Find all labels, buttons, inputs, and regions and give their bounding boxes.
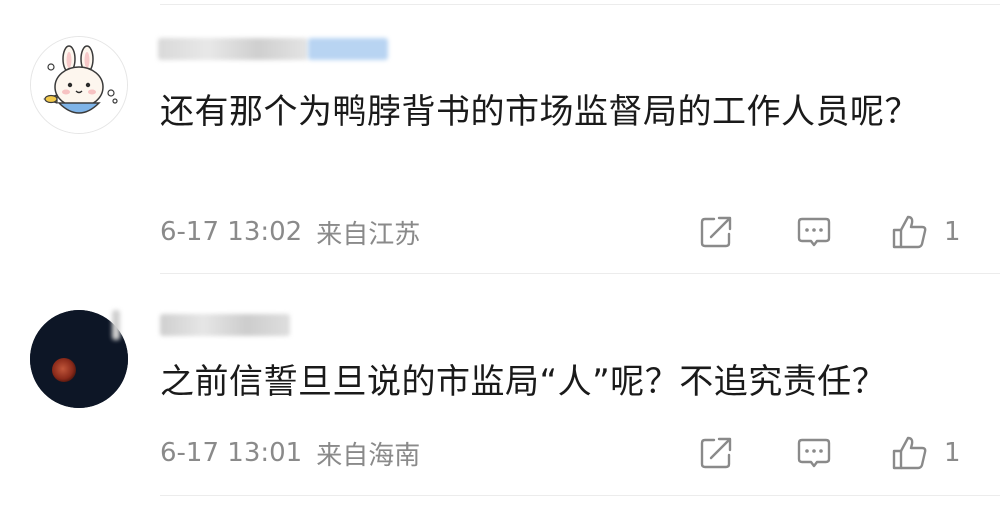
comment-actions: 1 (696, 433, 970, 473)
comment-actions: 1 (696, 212, 970, 252)
comment-location: 来自江苏 (316, 219, 421, 250)
share-icon (700, 437, 732, 469)
comment-button[interactable] (794, 433, 834, 473)
comment-text: 之前信誓旦旦说的市监局“人”呢？不追究责任？ (160, 362, 887, 402)
username-blurred[interactable] (112, 308, 290, 342)
comment-text: 还有那个为鸭脖背书的市场监督局的工作人员呢？ (160, 92, 919, 132)
avatar[interactable] (30, 36, 128, 134)
comment-item: 之前信誓旦旦说的市监局“人”呢？不追究责任？ 6-17 13:01 来自海南 1 (0, 290, 1000, 496)
comment-icon (797, 217, 831, 247)
comment-button[interactable] (794, 212, 834, 252)
comment-icon (797, 438, 831, 468)
cartoon-bunny-avatar-icon (31, 37, 127, 133)
like-button[interactable]: 1 (890, 433, 970, 473)
comment-time: 6-17 13:01 (160, 438, 303, 468)
comment-location: 来自海南 (316, 440, 421, 471)
comment-divider (160, 495, 1000, 496)
username-blurred[interactable] (158, 32, 388, 66)
comment-meta: 6-17 13:02 来自江苏 1 (160, 212, 970, 252)
like-button[interactable]: 1 (890, 212, 970, 252)
comment-meta: 6-17 13:01 来自海南 1 (160, 433, 970, 473)
like-count: 1 (944, 438, 961, 468)
top-divider (160, 4, 1000, 5)
share-button[interactable] (696, 212, 736, 252)
comment-divider (160, 273, 1000, 274)
comment-item: 还有那个为鸭脖背书的市场监督局的工作人员呢？ 6-17 13:02 来自江苏 1 (0, 20, 1000, 274)
comment-time: 6-17 13:02 (160, 217, 303, 247)
like-count: 1 (944, 217, 961, 247)
thumbs-up-icon (892, 436, 927, 470)
share-button[interactable] (696, 433, 736, 473)
share-icon (700, 216, 732, 248)
thumbs-up-icon (892, 215, 927, 249)
